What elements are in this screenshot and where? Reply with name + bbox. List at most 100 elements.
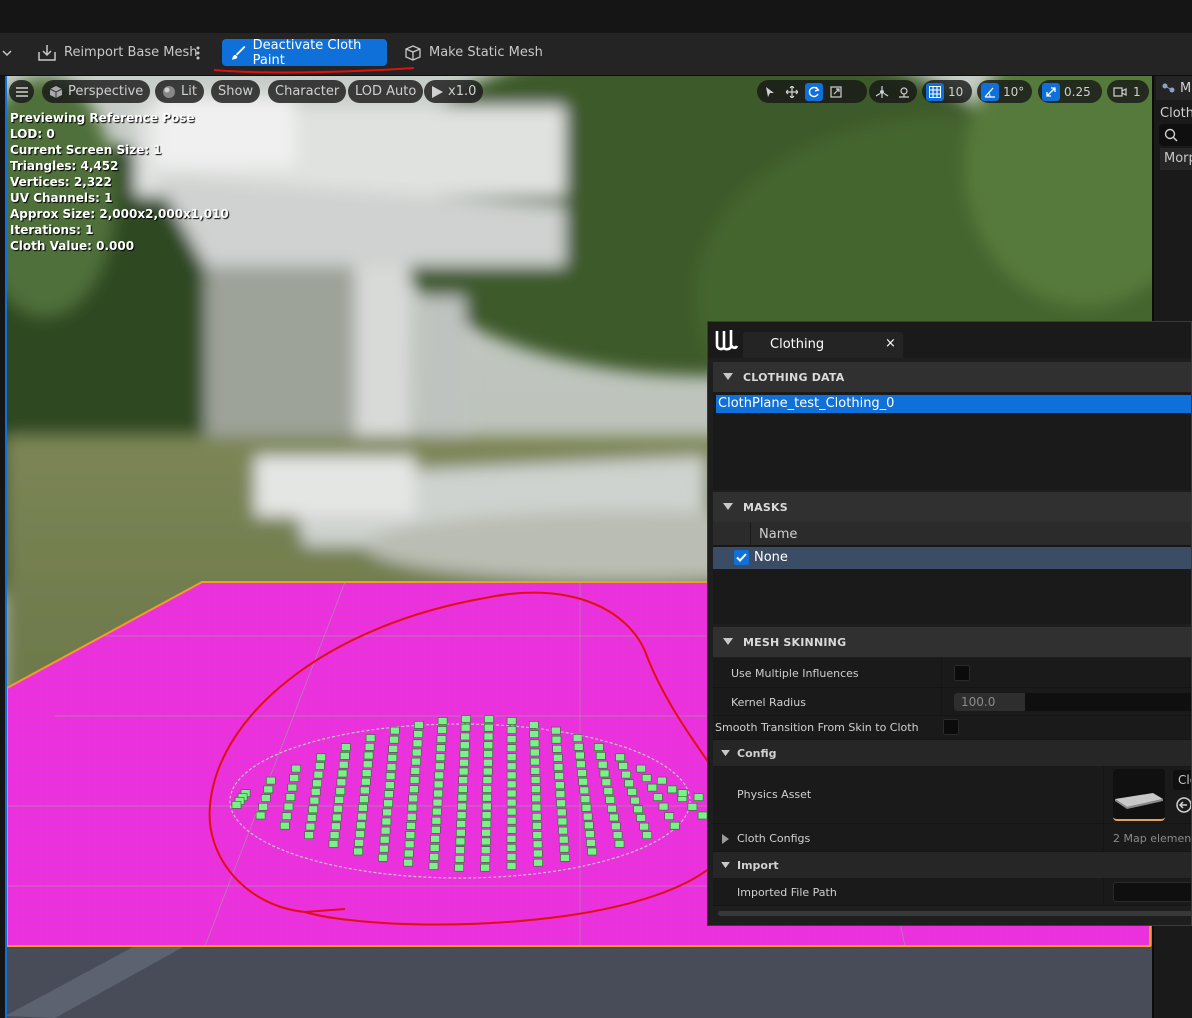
mask-row[interactable]: None xyxy=(713,547,1191,569)
cloth-vertex-marker xyxy=(506,735,517,743)
cloth-vertex-marker xyxy=(258,802,268,811)
config-category-header[interactable]: Config xyxy=(713,740,1191,766)
clothing-window-header[interactable]: Clothing × xyxy=(708,322,1191,358)
cloth-vertex-marker xyxy=(263,785,274,794)
cloth-vertex-marker xyxy=(506,807,517,816)
cloth-vertex-marker xyxy=(454,855,465,863)
cloth-vertex-marker xyxy=(455,828,466,837)
masks-table-header: Name xyxy=(713,522,1191,546)
cloth-vertex-marker xyxy=(506,753,517,762)
cloth-vertex-marker xyxy=(306,814,317,822)
cloth-vertex-marker xyxy=(332,813,342,822)
clothing-panel-body: CLOTHING DATA ClothPlane_test_Clothing_0… xyxy=(708,358,1191,925)
cloth-vertex-marker xyxy=(406,822,416,830)
grid-snap-control[interactable]: 10 xyxy=(922,80,972,103)
cloth-vertex-marker xyxy=(556,799,566,808)
cloth-vertex-marker xyxy=(291,764,301,773)
mask-enabled-checkbox[interactable] xyxy=(734,550,749,565)
use-selected-asset-icon[interactable] xyxy=(1175,796,1191,817)
scale-icon[interactable] xyxy=(827,83,845,101)
cloth-vertex-marker xyxy=(313,770,324,779)
cloth-vertex-marker xyxy=(361,769,372,777)
select-arrow-icon[interactable] xyxy=(761,83,779,101)
physics-asset-picker[interactable]: Clo xyxy=(1173,770,1191,790)
cloth-vertex-marker xyxy=(430,834,441,843)
cloth-vertex-marker xyxy=(310,788,321,796)
cloth-vertex-marker xyxy=(481,802,492,811)
smooth-transition-checkbox[interactable] xyxy=(943,719,959,735)
cloth-vertex-marker xyxy=(482,767,493,776)
cloth-vertex-marker xyxy=(693,793,704,801)
collapse-arrow-icon xyxy=(713,861,737,869)
cloth-vertex-marker xyxy=(618,762,628,770)
cloth-vertex-marker xyxy=(669,821,680,830)
cloth-vertex-marker xyxy=(557,817,568,826)
cloth-vertex-marker xyxy=(406,812,417,821)
close-icon[interactable]: × xyxy=(885,336,896,351)
tab-clothing[interactable]: Clothing × xyxy=(743,332,903,358)
morph-panel-tab[interactable]: M xyxy=(1156,76,1192,100)
mesh-skinning-section-header[interactable]: MESH SKINNING xyxy=(713,627,1191,657)
horizontal-scrollbar[interactable] xyxy=(718,911,1191,916)
physics-asset-thumbnail[interactable] xyxy=(1113,769,1165,821)
cloth-vertex-marker xyxy=(531,803,542,812)
cloth-vertex-marker xyxy=(533,858,543,867)
cloth-vertex-marker xyxy=(454,863,465,872)
cloth-vertex-marker xyxy=(532,840,543,849)
masks-section-header[interactable]: MASKS xyxy=(713,492,1191,522)
stat-line: Triangles: 4,452 xyxy=(10,159,119,173)
show-button[interactable]: Show xyxy=(211,80,261,103)
use-multiple-influences-row: Use Multiple Influences xyxy=(713,658,1191,688)
cloth-vertex-marker xyxy=(582,812,593,821)
cloth-vertex-marker xyxy=(552,744,563,753)
cloth-vertex-marker xyxy=(482,776,493,785)
cloth-vertex-marker xyxy=(607,804,617,813)
viewport-menu-button[interactable] xyxy=(9,80,34,103)
kernel-radius-value: 100.0 xyxy=(961,695,996,709)
checkmark-icon xyxy=(736,553,747,562)
playback-speed-button[interactable]: x1.0 xyxy=(424,80,484,103)
cloth-vertex-marker xyxy=(578,777,589,786)
morph-search-input[interactable] xyxy=(1159,124,1192,146)
move-icon[interactable] xyxy=(783,83,801,101)
cloth-vertex-marker xyxy=(657,776,667,785)
import-category-header[interactable]: Import xyxy=(713,852,1191,878)
cloth-vertex-marker xyxy=(630,796,640,805)
kernel-radius-input[interactable]: 100.0 xyxy=(954,693,1191,711)
use-multiple-influences-checkbox[interactable] xyxy=(954,665,970,681)
cloth-vertex-marker xyxy=(329,831,340,839)
physics-asset-label: Physics Asset xyxy=(737,788,812,801)
clothing-data-section-header[interactable]: CLOTHING DATA xyxy=(713,362,1191,392)
morph-column-header[interactable]: Morp xyxy=(1160,148,1192,170)
cloth-vertex-marker xyxy=(459,750,470,758)
expand-arrow-icon[interactable] xyxy=(722,833,729,847)
skeletal-mesh-editor: Reimport Base Mesh Deactivate Cloth Pain… xyxy=(0,0,1192,1018)
toolbar-annotation xyxy=(213,67,415,74)
cloth-vertex-marker xyxy=(664,812,675,821)
perspective-button[interactable]: Perspective xyxy=(42,80,151,103)
masks-name-column[interactable]: Name xyxy=(759,527,797,542)
lit-button[interactable]: Lit xyxy=(155,80,204,103)
lod-button[interactable]: LOD Auto xyxy=(348,80,424,103)
world-local-icon[interactable] xyxy=(873,83,891,101)
character-button[interactable]: Character xyxy=(268,80,347,103)
cloth-vertex-marker xyxy=(558,826,568,835)
camera-speed-control[interactable]: 1 xyxy=(1107,80,1149,103)
grid-icon xyxy=(926,82,944,101)
angle-snap-control[interactable]: 10° xyxy=(977,80,1032,103)
clothing-data-item-selected[interactable]: ClothPlane_test_Clothing_0 xyxy=(716,395,1191,413)
cloth-vertex-marker xyxy=(667,785,677,794)
cloth-vertex-marker xyxy=(482,793,492,802)
cloth-vertex-marker xyxy=(530,766,541,775)
scale-snap-control[interactable]: 0.25 xyxy=(1038,80,1102,103)
cloth-vertex-marker xyxy=(431,816,442,825)
imported-file-path-input[interactable] xyxy=(1113,882,1191,902)
cloth-vertex-marker xyxy=(595,752,606,760)
cloth-vertex-marker xyxy=(435,753,446,762)
rotate-icon[interactable] xyxy=(805,82,823,101)
cloth-vertex-marker xyxy=(455,837,466,846)
cloth-vertex-marker xyxy=(639,822,649,831)
surface-snap-icon[interactable] xyxy=(895,83,913,101)
cloth-vertex-marker xyxy=(334,796,345,804)
cloth-vertex-marker xyxy=(405,831,416,839)
